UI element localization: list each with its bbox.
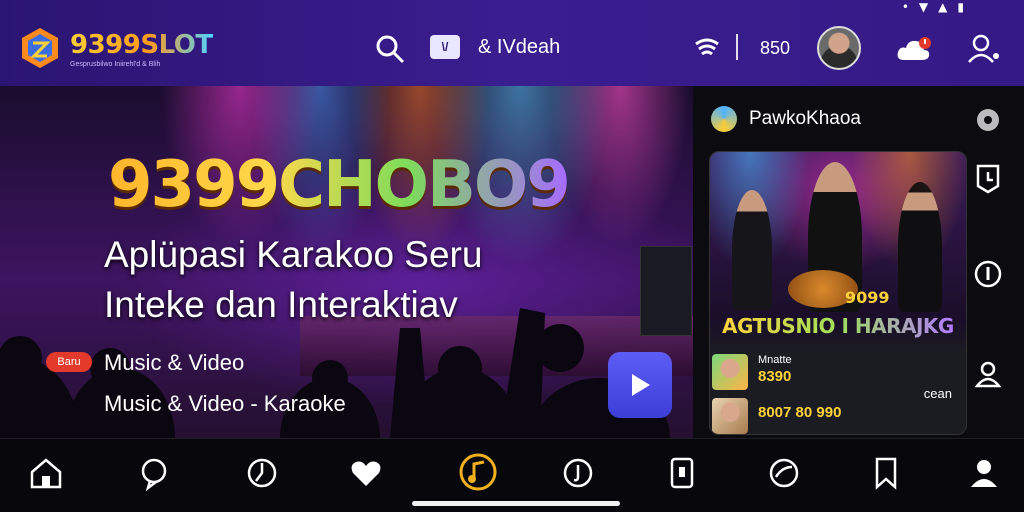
profile-icon[interactable]	[966, 32, 1002, 66]
search-icon[interactable]	[374, 33, 406, 65]
thumbnail	[712, 398, 748, 434]
panel-logo-icon	[711, 106, 737, 132]
play-icon	[632, 374, 650, 396]
hero-subtitle-line2: Inteke dan Interaktiav	[104, 284, 458, 325]
hero-subtitle-line1: Aplüpasi Karakoo Seru	[104, 234, 483, 275]
side-icon-rail	[972, 100, 1006, 400]
tiktok-icon[interactable]	[560, 455, 596, 491]
divider	[736, 34, 738, 60]
viewer-count: 850	[760, 38, 791, 58]
status-bar: • ▼ ▲ ▮	[902, 0, 964, 14]
video-label[interactable]: & IVdeah	[478, 36, 560, 59]
battery-icon: ▮	[957, 0, 964, 14]
chat-icon[interactable]	[136, 455, 172, 491]
hero-title: 9399CHOBO9	[108, 148, 571, 222]
hero-category-full: Music & Video - Karaoke	[104, 391, 346, 416]
row-extra: cean	[923, 386, 952, 401]
list-item[interactable]: 8007 80 990 cean	[710, 386, 966, 434]
heart-icon[interactable]	[348, 455, 384, 491]
avatar[interactable]	[817, 26, 861, 70]
home-indicator[interactable]	[412, 501, 620, 506]
settings-icon[interactable]	[972, 104, 1004, 136]
brand-tagline: Gesprusbilwo Iniirehl'd & Blih	[70, 61, 161, 68]
user-icon[interactable]	[972, 358, 1004, 390]
top-bar: • ▼ ▲ ▮ 9399SLOT Gesprusbilwo Iniirehl'd…	[0, 0, 1024, 86]
phone-icon[interactable]	[664, 455, 700, 491]
card-headline: AGTUSNIO I HARAJKG	[722, 314, 954, 338]
cloud-notification-icon[interactable]	[896, 36, 932, 64]
clock-icon[interactable]	[244, 455, 280, 491]
new-badge: Baru	[46, 352, 92, 372]
row-value: 8390	[758, 368, 792, 385]
hero-category: Music & Video	[104, 350, 245, 375]
row-name: Mnatte	[758, 354, 792, 366]
account-icon[interactable]	[966, 455, 1002, 491]
play-button[interactable]	[608, 352, 672, 418]
wifi-icon: ▼	[918, 0, 929, 14]
singer-right	[898, 182, 942, 312]
video-icon[interactable]: \/	[430, 35, 460, 59]
thumbnail	[712, 354, 748, 390]
bookmark-icon[interactable]	[868, 455, 904, 491]
broadcast-icon[interactable]	[694, 36, 720, 60]
hero-banner[interactable]: 9399CHOBO9 Aplüpasi Karakoo Seru Inteke …	[0, 86, 693, 438]
row-value: 8007 80 990	[758, 404, 842, 421]
bluetooth-icon: •	[901, 0, 909, 14]
card-brand: 9099	[845, 288, 890, 307]
brand-name[interactable]: 9399SLOT	[70, 30, 213, 60]
app-window: • ▼ ▲ ▮ 9399SLOT Gesprusbilwo Iniirehl'd…	[0, 0, 1024, 512]
timer-icon[interactable]	[972, 162, 1004, 194]
signal-icon: ▲	[938, 0, 948, 14]
stats-icon[interactable]	[766, 455, 802, 491]
panel-title[interactable]: PawkoKhaoa	[749, 108, 861, 130]
singer-left	[732, 190, 772, 310]
music-note-icon[interactable]	[458, 452, 498, 492]
featured-card[interactable]: 9099 AGTUSNIO I HARAJKG Mnatte 8390 8007…	[709, 151, 967, 435]
app-logo-icon[interactable]	[20, 26, 60, 70]
info-icon[interactable]	[972, 258, 1004, 290]
home-icon[interactable]	[28, 455, 64, 491]
